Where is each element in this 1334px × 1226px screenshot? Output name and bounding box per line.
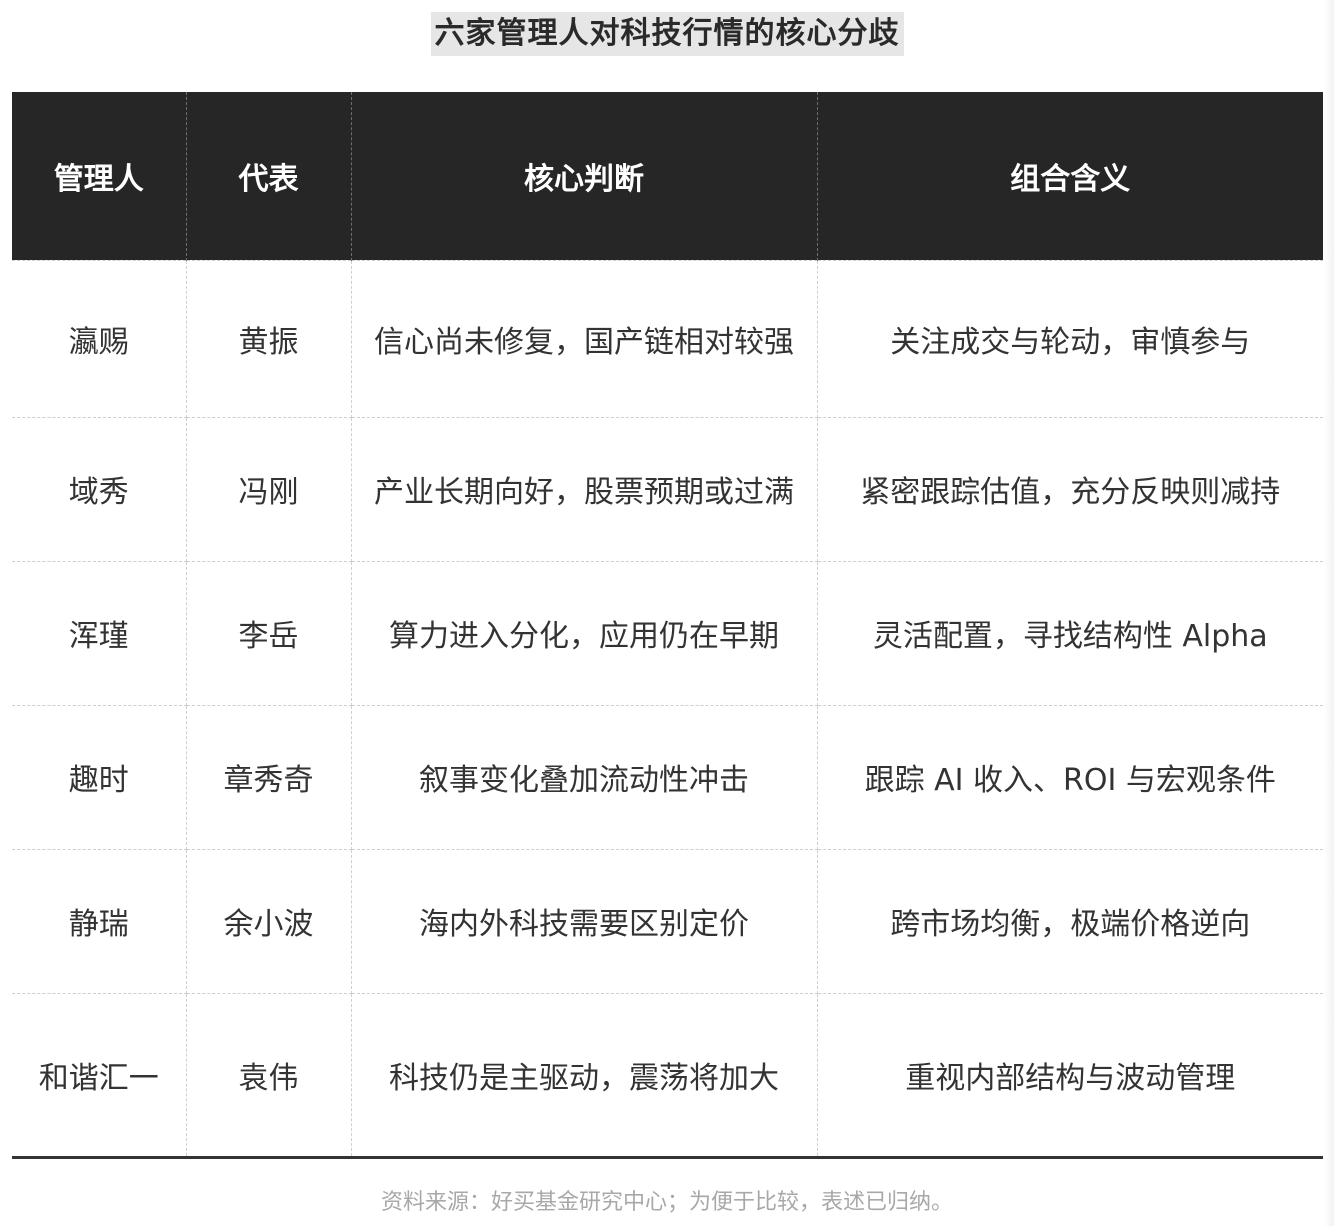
page-title: 六家管理人对科技行情的核心分歧 xyxy=(430,12,904,56)
cell-judgment: 叙事变化叠加流动性冲击 xyxy=(350,704,818,850)
cell-representative: 余小波 xyxy=(185,848,352,994)
cell-manager: 域秀 xyxy=(12,416,187,562)
comparison-table: 管理人 代表 核心判断 组合含义 瀛赐 黄振 信心尚未修复，国产链相对较强 关注… xyxy=(12,92,1323,1159)
cell-representative: 黄振 xyxy=(185,259,352,418)
cell-manager: 静瑞 xyxy=(12,848,187,994)
cell-implication: 跟踪 AI 收入、ROI 与宏观条件 xyxy=(816,704,1323,850)
page-edge-shadow xyxy=(1324,0,1334,1226)
cell-judgment: 产业长期向好，股票预期或过满 xyxy=(350,416,818,562)
cell-implication: 灵活配置，寻找结构性 Alpha xyxy=(816,560,1323,706)
cell-implication: 跨市场均衡，极端价格逆向 xyxy=(816,848,1323,994)
table-row: 趣时 章秀奇 叙事变化叠加流动性冲击 跟踪 AI 收入、ROI 与宏观条件 xyxy=(12,704,1323,850)
table-header: 管理人 代表 核心判断 组合含义 xyxy=(12,92,1323,260)
cell-manager: 趣时 xyxy=(12,704,187,850)
header-implication: 组合含义 xyxy=(816,92,1323,260)
cell-judgment: 算力进入分化，应用仍在早期 xyxy=(350,560,818,706)
table-row: 域秀 冯刚 产业长期向好，股票预期或过满 紧密跟踪估值，充分反映则减持 xyxy=(12,416,1323,562)
cell-manager: 浑瑾 xyxy=(12,560,187,706)
table-row: 静瑞 余小波 海内外科技需要区别定价 跨市场均衡，极端价格逆向 xyxy=(12,848,1323,994)
header-representative: 代表 xyxy=(185,92,352,260)
cell-representative: 袁伟 xyxy=(185,992,352,1159)
cell-judgment: 海内外科技需要区别定价 xyxy=(350,848,818,994)
header-row: 管理人 代表 核心判断 组合含义 xyxy=(12,92,1323,260)
table-row: 瀛赐 黄振 信心尚未修复，国产链相对较强 关注成交与轮动，审慎参与 xyxy=(12,259,1323,418)
cell-representative: 冯刚 xyxy=(185,416,352,562)
cell-implication: 关注成交与轮动，审慎参与 xyxy=(816,259,1323,418)
cell-representative: 李岳 xyxy=(185,560,352,706)
header-manager: 管理人 xyxy=(12,92,187,260)
cell-manager: 瀛赐 xyxy=(12,259,187,418)
table-row: 和谐汇一 袁伟 科技仍是主驱动，震荡将加大 重视内部结构与波动管理 xyxy=(12,992,1323,1159)
header-judgment: 核心判断 xyxy=(350,92,818,260)
cell-judgment: 信心尚未修复，国产链相对较强 xyxy=(350,259,818,418)
cell-manager: 和谐汇一 xyxy=(12,992,187,1159)
source-note: 资料来源：好买基金研究中心；为便于比较，表述已归纳。 xyxy=(380,1190,953,1215)
table-row: 浑瑾 李岳 算力进入分化，应用仍在早期 灵活配置，寻找结构性 Alpha xyxy=(12,560,1323,706)
title-container: 六家管理人对科技行情的核心分歧 xyxy=(0,12,1334,56)
cell-representative: 章秀奇 xyxy=(185,704,352,850)
table-body: 瀛赐 黄振 信心尚未修复，国产链相对较强 关注成交与轮动，审慎参与 域秀 冯刚 … xyxy=(12,259,1323,1159)
cell-judgment: 科技仍是主驱动，震荡将加大 xyxy=(350,992,818,1159)
cell-implication: 紧密跟踪估值，充分反映则减持 xyxy=(816,416,1323,562)
cell-implication: 重视内部结构与波动管理 xyxy=(816,992,1323,1159)
